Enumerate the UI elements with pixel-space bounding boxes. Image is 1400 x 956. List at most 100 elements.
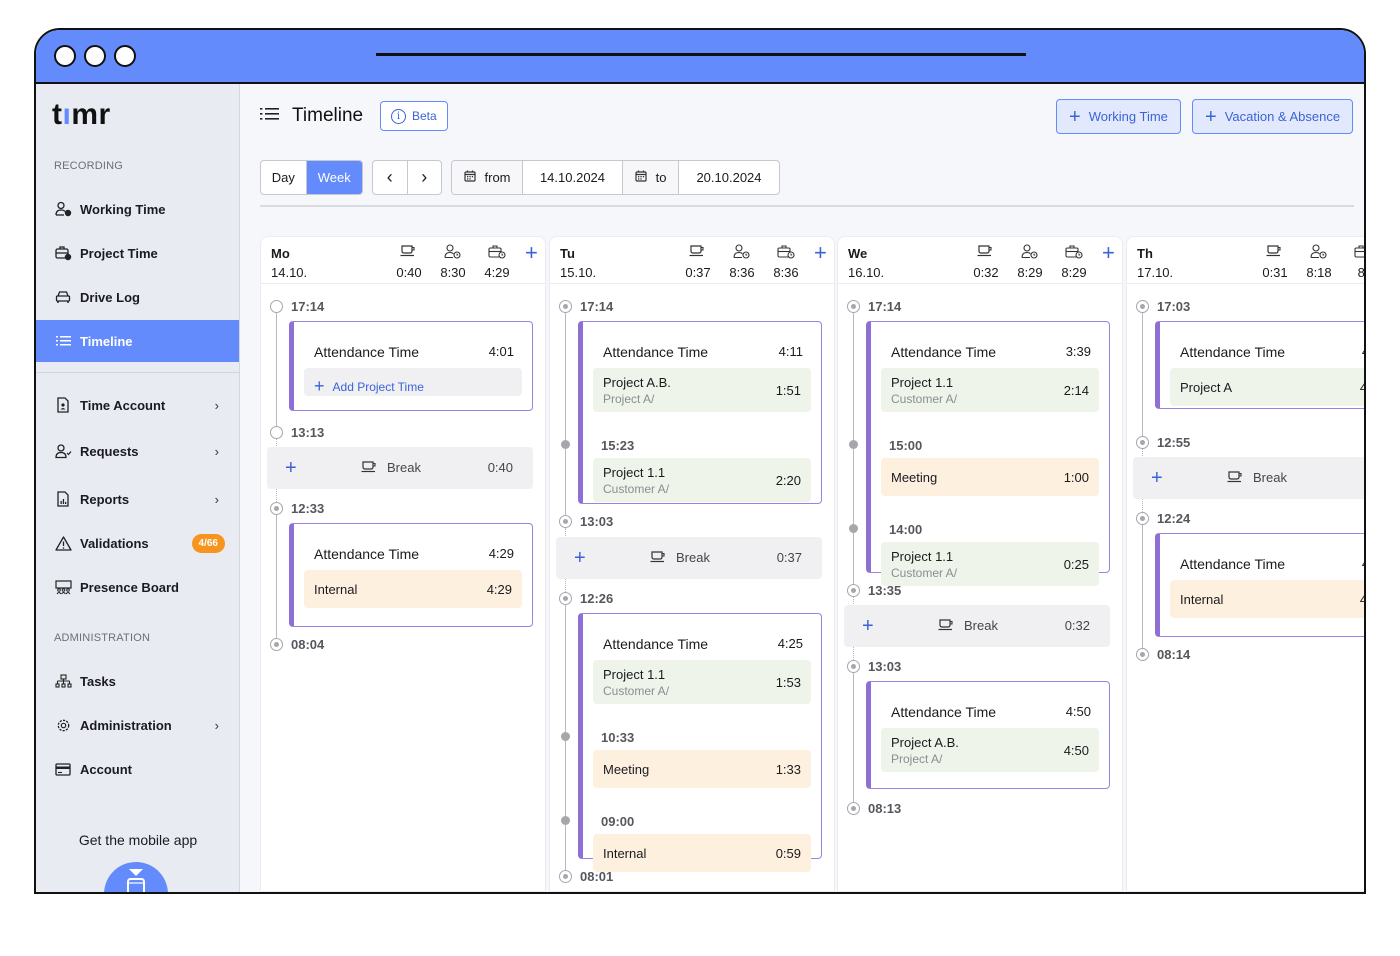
phone-download-icon [127, 869, 145, 892]
timeline-time: 17:14 [291, 299, 325, 314]
section-label-recording: RECORDING [54, 160, 124, 172]
mobile-app-download-button[interactable] [104, 862, 168, 892]
next-period-button[interactable]: › [408, 161, 442, 194]
project-total-value: 8:29 [1061, 265, 1087, 280]
sidebar-divider [36, 372, 240, 373]
timeline-node [847, 300, 860, 313]
sidebar-item-reports[interactable]: Reports › [36, 478, 239, 520]
activity-entry[interactable]: Internal 0:59 [593, 834, 811, 872]
attendance-title: Attendance Time [891, 344, 997, 360]
address-bar[interactable] [376, 53, 1026, 56]
break-row[interactable]: + Break 0:32 [844, 605, 1110, 647]
add-working-time-button[interactable]: + Working Time [1056, 99, 1181, 134]
timeline-time: 13:13 [291, 425, 325, 440]
window-minimize-button[interactable] [84, 45, 106, 67]
entry-title: Project A.B. [891, 735, 959, 750]
coffee-cup-icon [938, 618, 954, 634]
project-entry[interactable]: Project 1.1 Customer A/2:20 [593, 458, 811, 502]
sidebar-item-working-time[interactable]: Working Time [36, 188, 239, 230]
attendance-card[interactable]: Attendance Time 4:1 Internal 4:1 [1155, 533, 1364, 637]
add-vacation-absence-button[interactable]: + Vacation & Absence [1192, 99, 1354, 134]
sidebar-item-validations[interactable]: Validations 4/66 [36, 522, 239, 564]
window-maximize-button[interactable] [114, 45, 136, 67]
beta-button[interactable]: i Beta [380, 101, 448, 131]
entry-subtitle: Customer A/ [603, 684, 670, 698]
logo-text: mr [71, 98, 111, 131]
attendance-card[interactable]: Attendance Time 3:39 Project 1.1 Customer A… [866, 321, 1110, 586]
break-row[interactable]: + Break 0:40 [267, 447, 533, 489]
activity-entry[interactable]: Internal 4:1 [1170, 580, 1364, 618]
project-entry[interactable]: Project A.B. Project A/4:50 [881, 728, 1099, 772]
add-project-time-label: Add Project Time [332, 379, 424, 394]
tab-week[interactable]: Week [306, 161, 362, 194]
add-break-button[interactable]: + [285, 457, 297, 480]
add-project-time-button[interactable]: + Add Project Time [314, 376, 424, 397]
sidebar-item-presence-board[interactable]: Presence Board [36, 566, 239, 608]
sidebar-item-time-account[interactable]: Time Account › [36, 384, 239, 426]
window-close-button[interactable] [54, 45, 76, 67]
add-entry-button[interactable]: + [1102, 240, 1115, 266]
timeline-subnode [561, 440, 570, 449]
attendance-title: Attendance Time [314, 546, 420, 562]
timr-logo[interactable]: tımr [52, 98, 111, 132]
activity-entry[interactable]: Meeting 1:33 [593, 750, 811, 788]
break-row[interactable]: +Break0: [1133, 457, 1364, 499]
add-break-button[interactable]: + [1151, 467, 1163, 490]
add-entry-button[interactable]: + [525, 240, 538, 266]
previous-period-button[interactable]: ‹ [373, 161, 408, 194]
entry-title: Meeting [891, 470, 938, 485]
sidebar-item-requests[interactable]: Requests › [36, 430, 239, 472]
attendance-card[interactable]: Attendance Time 4:11 Project A.B. Project A… [578, 321, 822, 504]
add-project-time-row[interactable]: + Add Project Time [304, 368, 522, 396]
attendance-card[interactable]: Attendance Time 4:01 + Add Project Time [289, 321, 533, 411]
project-entry[interactable]: Project 1.1 Customer A/0:25 [881, 542, 1099, 586]
attendance-card[interactable]: Attendance Time 4:50 Project A.B. Project A… [866, 681, 1110, 789]
briefcase-clock-icon [488, 244, 506, 262]
sidebar-item-drive-log[interactable]: Drive Log [36, 276, 239, 318]
chevron-right-icon: › [214, 443, 219, 459]
attendance-card[interactable]: Attendance Time 4:25 Project 1.1 Customer A… [578, 613, 822, 872]
to-date-input[interactable]: 20.10.2024 [679, 161, 779, 194]
info-icon: i [391, 108, 406, 124]
presence-board-icon [54, 578, 72, 596]
project-entry[interactable]: Project 1.1 Customer A/1:53 [593, 660, 811, 704]
attendance-card[interactable]: Attendance Time 4:29 Internal 4:29 [289, 523, 533, 627]
from-date-input[interactable]: 14.10.2024 [523, 161, 623, 194]
day-name: Th [1137, 246, 1153, 261]
project-entry[interactable]: Project A.B. Project A/1:51 [593, 368, 811, 412]
timeline-node [559, 870, 572, 883]
break-total-value: 0:31 [1262, 265, 1288, 280]
add-entry-button[interactable]: + [814, 240, 827, 266]
sidebar-item-label: Administration [80, 717, 172, 733]
activity-entry[interactable]: Internal 4:29 [304, 570, 522, 608]
attendance-title: Attendance Time [603, 636, 709, 652]
break-row[interactable]: + Break 0:37 [556, 537, 822, 579]
attendance-card[interactable]: Attendance Time 4:0 Project A 4:0 [1155, 321, 1364, 409]
tab-day[interactable]: Day [261, 161, 307, 194]
page-title: Timeline [292, 105, 364, 126]
entry-title: Internal [1180, 592, 1224, 607]
attendance-total: 8:29 [1012, 237, 1048, 284]
sidebar-item-administration[interactable]: Administration › [36, 704, 239, 746]
timeline-time: 15:00 [889, 438, 923, 453]
day-date: 15.10. [560, 265, 597, 280]
briefcase-clock-icon [1065, 244, 1083, 262]
break-total: 0:40 [391, 237, 427, 284]
timeline-time: 08:04 [291, 637, 325, 652]
timeline-time: 13:03 [868, 659, 902, 674]
entry-subtitle: Project A/ [891, 752, 943, 766]
sidebar-item-account[interactable]: Account [36, 748, 239, 790]
sidebar-item-tasks[interactable]: Tasks [36, 660, 239, 702]
report-icon [54, 490, 72, 508]
add-break-button[interactable]: + [862, 615, 874, 638]
sidebar-item-timeline[interactable]: Timeline [36, 320, 239, 362]
add-break-button[interactable]: + [574, 547, 586, 570]
activity-entry[interactable]: Meeting 1:00 [881, 458, 1099, 496]
briefcase-clock-icon [777, 244, 795, 262]
sidebar-item-project-time[interactable]: Project Time [36, 232, 239, 274]
break-duration: 0:40 [487, 460, 513, 475]
project-entry[interactable]: Project 1.1 Customer A/2:14 [881, 368, 1099, 412]
project-entry[interactable]: Project A 4:0 [1170, 368, 1364, 406]
day-header: Tu 15.10. 0:37 8:36 8:36 + [550, 237, 834, 284]
day-name: We [848, 246, 868, 261]
